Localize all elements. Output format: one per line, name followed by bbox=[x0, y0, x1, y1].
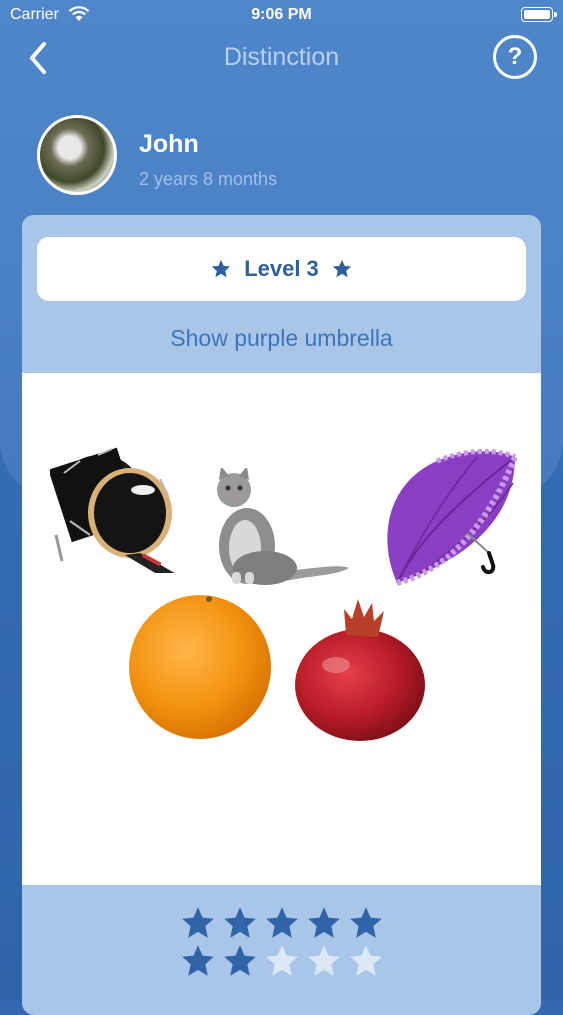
pomegranate-picture[interactable] bbox=[294, 595, 430, 741]
rating-row bbox=[22, 943, 541, 979]
star-filled-icon bbox=[307, 907, 340, 938]
orange-picture[interactable] bbox=[127, 591, 273, 741]
task-card: Level 3 Show purple umbrella bbox=[22, 215, 541, 1015]
rating-row bbox=[22, 905, 541, 941]
status-bar: Carrier 9:06 PM bbox=[0, 0, 563, 30]
picture-grid bbox=[22, 373, 541, 885]
star-filled-icon bbox=[181, 945, 214, 976]
star-empty-icon bbox=[349, 945, 382, 976]
user-name: John bbox=[139, 130, 199, 158]
battery-icon bbox=[521, 7, 557, 22]
avatar[interactable] bbox=[37, 115, 117, 195]
bass-drum-picture[interactable] bbox=[50, 443, 180, 573]
star-empty-icon bbox=[265, 945, 298, 976]
cat-picture[interactable] bbox=[207, 468, 352, 588]
star-filled-icon bbox=[265, 907, 298, 938]
page-title: Distinction bbox=[223, 43, 340, 71]
star-empty-icon bbox=[307, 945, 340, 976]
star-icon bbox=[212, 259, 231, 278]
user-age: 2 years 8 months bbox=[139, 169, 278, 189]
level-badge: Level 3 bbox=[37, 237, 526, 301]
help-button[interactable]: ? bbox=[493, 35, 537, 79]
star-filled-icon bbox=[223, 907, 256, 938]
star-filled-icon bbox=[181, 907, 214, 938]
purple-umbrella-picture[interactable] bbox=[367, 443, 517, 593]
clock: 9:06 PM bbox=[251, 6, 312, 23]
star-icon bbox=[332, 259, 351, 278]
star-filled-icon bbox=[223, 945, 256, 976]
level-label: Level 3 bbox=[244, 256, 319, 281]
progress-rating bbox=[22, 905, 541, 981]
star-filled-icon bbox=[349, 907, 382, 938]
task-instruction: Show purple umbrella bbox=[170, 325, 393, 351]
